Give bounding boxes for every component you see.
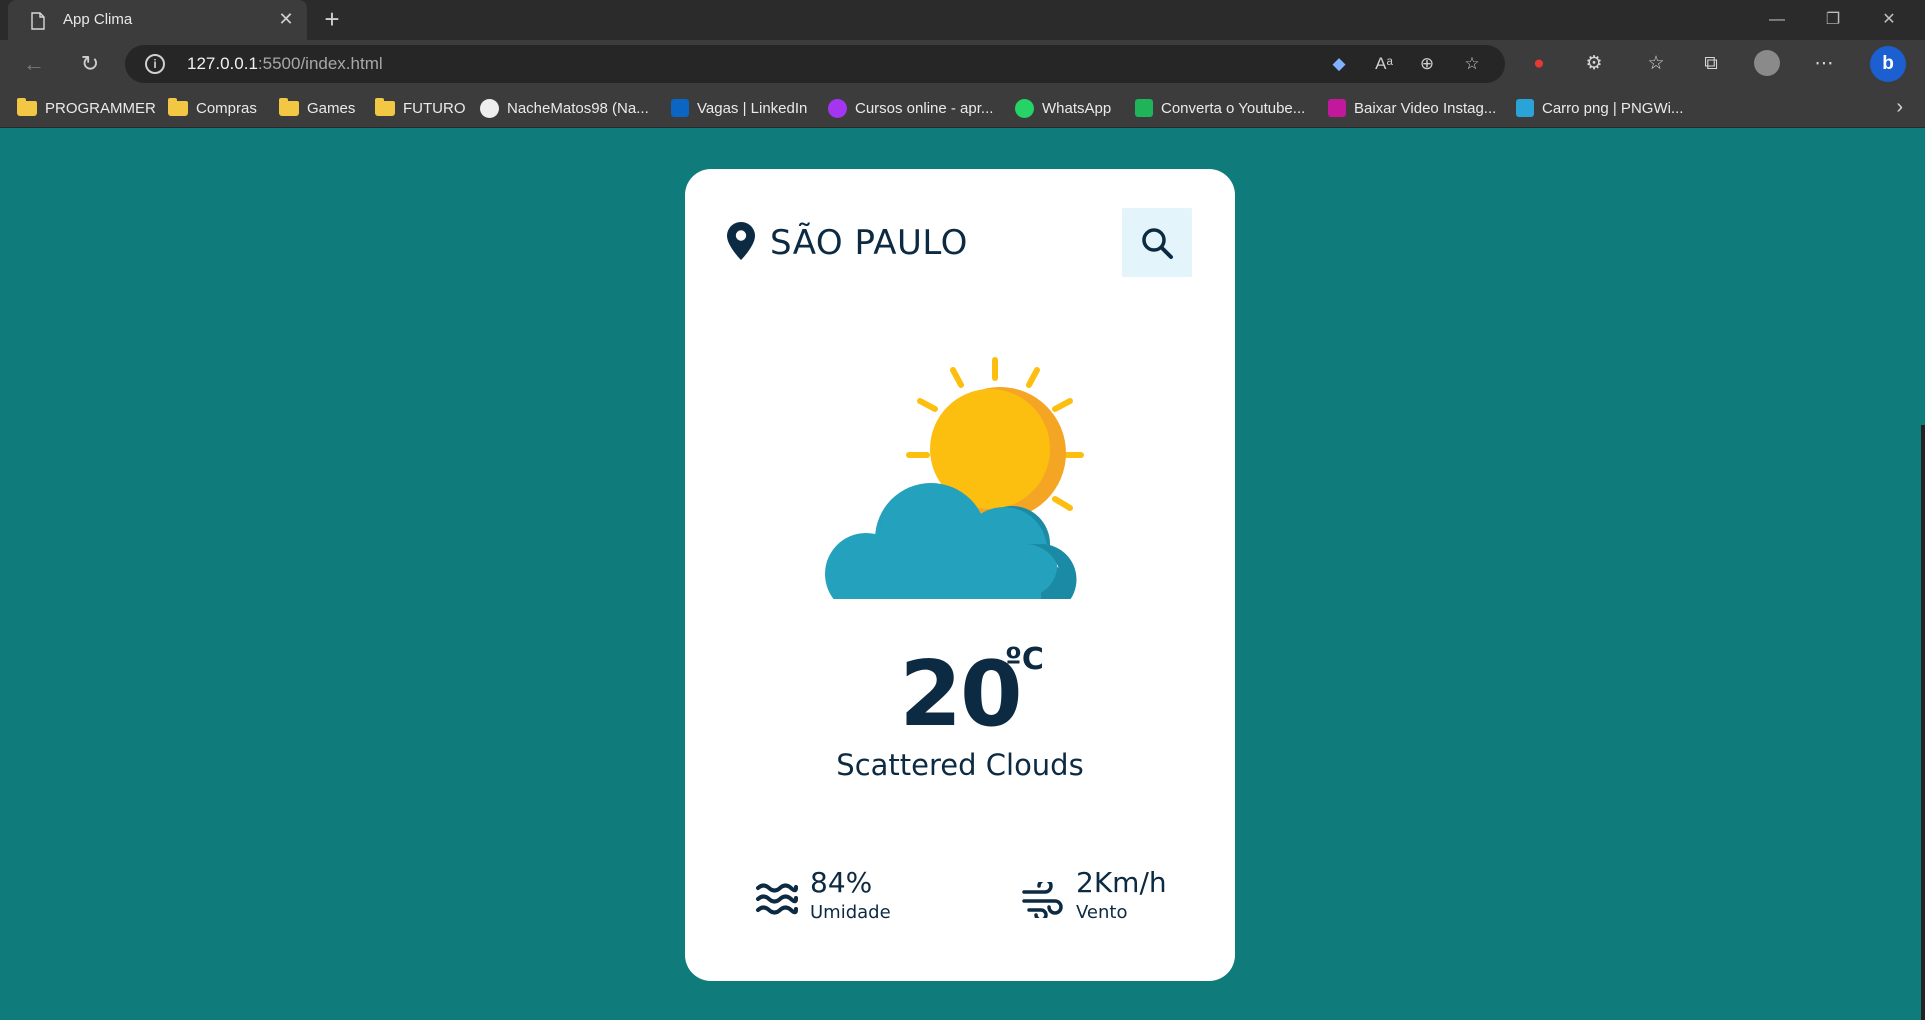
folder-icon: [17, 97, 37, 116]
search-button[interactable]: [1122, 208, 1192, 277]
page-scrollbar[interactable]: [1921, 425, 1925, 1020]
folder-icon: [168, 97, 188, 116]
bookmark-programmer[interactable]: PROGRAMMER: [17, 97, 156, 119]
city-name: SÃO PAULO: [770, 223, 968, 263]
bookmark-games[interactable]: Games: [279, 97, 355, 119]
wind-value: 2Km/h: [1076, 866, 1167, 899]
pngwing-icon: [1516, 99, 1534, 117]
whatsapp-icon: [1015, 98, 1034, 118]
temperature-value: 20: [899, 642, 1022, 747]
bookmark-futuro[interactable]: FUTURO: [375, 97, 466, 119]
bookmark-udemy[interactable]: Cursos online - apr...: [828, 97, 993, 119]
add-favorite-icon[interactable]: ☆: [1460, 52, 1484, 76]
restore-icon[interactable]: ❐: [1810, 8, 1856, 32]
temperature-unit: ºC: [1005, 642, 1044, 677]
folder-icon: [375, 97, 395, 116]
close-tab-icon[interactable]: ✕: [275, 8, 297, 30]
adblock-extension-icon[interactable]: ●: [1525, 50, 1553, 78]
close-window-icon[interactable]: ✕: [1866, 8, 1912, 32]
page-icon: [30, 12, 46, 35]
minimize-icon[interactable]: —: [1754, 8, 1800, 32]
bookmark-youtube-converter[interactable]: Converta o Youtube...: [1135, 97, 1305, 119]
more-menu-icon[interactable]: ⋯: [1810, 50, 1838, 78]
bookmark-pngwing[interactable]: Carro png | PNGWi...: [1516, 97, 1683, 119]
humidity-label: Umidade: [810, 902, 891, 923]
sun-behind-cloud-icon: [820, 354, 1095, 615]
humidity-waves-icon: [755, 882, 799, 921]
bookmark-instagram-downloader[interactable]: Baixar Video Instag...: [1328, 97, 1496, 119]
temperature-display: 20 ºC: [685, 642, 1235, 747]
chevron-right-icon[interactable]: ›: [1896, 96, 1903, 119]
back-icon[interactable]: ←: [18, 48, 50, 80]
browser-titlebar: App Clima ✕ + — ❐ ✕: [0, 0, 1925, 40]
search-icon: [1142, 227, 1173, 259]
github-icon: [480, 98, 499, 118]
coupon-tag-icon[interactable]: ◆: [1327, 52, 1351, 76]
wind-label: Vento: [1076, 902, 1128, 923]
bookmark-github[interactable]: NacheMatos98 (Na...: [480, 97, 649, 119]
tab-title: App Clima: [63, 11, 133, 28]
favorites-icon[interactable]: ☆: [1642, 50, 1670, 78]
wind-icon: [1021, 878, 1063, 923]
weather-card: SÃO PAULO 20 ºC Scattered Clouds 84% Umi…: [685, 169, 1235, 981]
address-bar[interactable]: i 127.0.0.1:5500/index.html ◆ Aᵃ ⊕ ☆: [125, 45, 1505, 83]
humidity-stat: 84% Umidade: [755, 866, 935, 926]
bookmark-linkedin[interactable]: Vagas | LinkedIn: [671, 97, 807, 119]
site-info-icon[interactable]: i: [145, 54, 165, 74]
extensions-icon[interactable]: ⚙: [1580, 50, 1608, 78]
download-icon: [1135, 99, 1153, 117]
read-aloud-icon[interactable]: Aᵃ: [1372, 52, 1396, 76]
bookmark-compras[interactable]: Compras: [168, 97, 257, 119]
bing-copilot-icon[interactable]: b: [1870, 46, 1906, 82]
profile-avatar[interactable]: [1754, 50, 1780, 76]
wind-stat: 2Km/h Vento: [1021, 866, 1201, 926]
collections-icon[interactable]: ⧉: [1697, 50, 1725, 78]
instagram-icon: [1328, 99, 1346, 117]
new-tab-button[interactable]: +: [318, 6, 346, 34]
zoom-icon[interactable]: ⊕: [1415, 52, 1439, 76]
browser-tab[interactable]: App Clima ✕: [8, 0, 307, 40]
bookmark-whatsapp[interactable]: WhatsApp: [1015, 97, 1111, 119]
browser-toolbar: ← ↻ i 127.0.0.1:5500/index.html ◆ Aᵃ ⊕ ☆…: [0, 40, 1925, 88]
location-pin-icon: [726, 221, 756, 266]
refresh-icon[interactable]: ↻: [74, 48, 106, 80]
linkedin-icon: [671, 99, 689, 117]
folder-icon: [279, 97, 299, 116]
url-text[interactable]: 127.0.0.1:5500/index.html: [187, 54, 383, 74]
udemy-icon: [828, 98, 847, 118]
bookmarks-bar: PROGRAMMER Compras Games FUTURO NacheMat…: [0, 88, 1925, 128]
weather-description: Scattered Clouds: [836, 748, 1084, 782]
humidity-value: 84%: [810, 866, 873, 899]
